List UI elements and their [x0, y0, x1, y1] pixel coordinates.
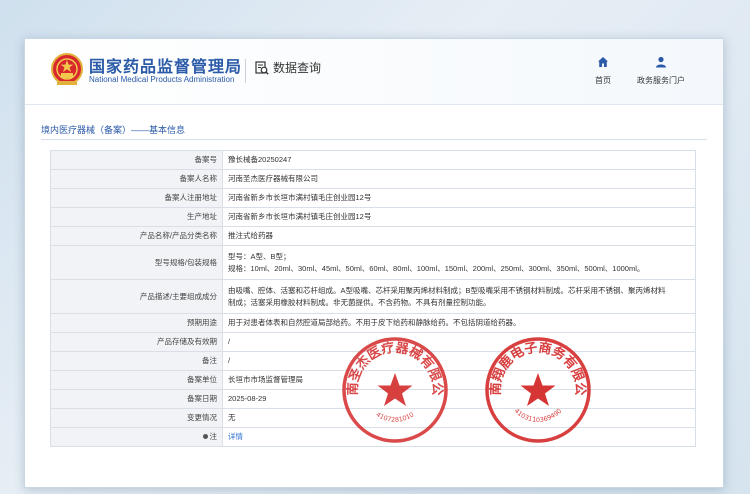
row-value-line: 型号：A型、B型；	[228, 251, 291, 261]
table-row: 预期用途 用于对患者体表和自然腔道局部给药。不用于皮下给药和静脉给药。不包括阴道…	[50, 313, 696, 333]
table-row: 备案人名称 河南圣杰医疗器械有限公司	[50, 169, 696, 189]
row-key: 变更情况	[50, 408, 223, 428]
header-divider	[245, 59, 246, 83]
nav-home-label: 首页	[595, 76, 611, 85]
company-seal-stamp: 河南圣杰医疗器械有限公司 4107281010	[340, 335, 448, 443]
table-row: 型号规格/包装规格 型号：A型、B型； 规格：10ml、20ml、30ml、45…	[50, 245, 696, 280]
table-row: 产品名称/产品分类名称 推注式给药器	[50, 226, 696, 246]
national-emblem-icon	[51, 53, 83, 85]
seal-bottom-text: 4103110369490	[513, 407, 564, 424]
row-key: 产品描述/主要组成成分	[50, 279, 223, 314]
row-value: 河南圣杰医疗器械有限公司	[222, 169, 696, 189]
page-frame: 国家药品监督管理局 National Medical Products Admi…	[24, 38, 724, 488]
svg-text:4107281010: 4107281010	[375, 410, 416, 424]
row-value: 推注式给药器	[222, 226, 696, 246]
data-query-link[interactable]: 数据查询	[255, 59, 321, 76]
nav-home[interactable]: 首页	[573, 55, 633, 86]
row-key: 注	[50, 427, 223, 447]
row-key: 备案人名称	[50, 169, 223, 189]
note-label: 注	[209, 432, 218, 441]
row-value: 2025-08-29	[222, 389, 696, 409]
row-key: 产品存储及有效期	[50, 332, 223, 352]
row-value-line: 规格：10ml、20ml、30ml、45ml、50ml、60ml、80ml、10…	[228, 263, 645, 273]
row-value-line: 制成；活塞采用橡胶材料制成。非无菌提供。不含药物。不具有剂量控制功能。	[228, 297, 491, 307]
table-row: 产品描述/主要组成成分 由吸嘴、腔体、活塞和芯杆组成。A型吸嘴、芯杆采用聚丙烯材…	[50, 279, 696, 314]
row-key: 产品名称/产品分类名称	[50, 226, 223, 246]
row-value: 由吸嘴、腔体、活塞和芯杆组成。A型吸嘴、芯杆采用聚丙烯材料制成；B型吸嘴采用不锈…	[222, 279, 696, 314]
seal-bottom-text: 4107281010	[375, 410, 416, 424]
table-row: 生产地址 河南省新乡市长垣市满村镇毛庄创业园12号	[50, 207, 696, 227]
row-value: /	[222, 351, 696, 371]
svg-text:4103110369490: 4103110369490	[513, 407, 564, 424]
table-row: 备案人注册地址 河南省新乡市长垣市满村镇毛庄创业园12号	[50, 188, 696, 208]
brand-title-en: National Medical Products Administration	[89, 75, 235, 84]
row-value: 河南省新乡市长垣市满村镇毛庄创业园12号	[222, 188, 696, 208]
details-link[interactable]: 详情	[228, 432, 243, 441]
row-key: 备案日期	[50, 389, 223, 409]
section-title: 境内医疗器械（备案）——基本信息	[41, 125, 186, 135]
row-value-line: 由吸嘴、腔体、活塞和芯杆组成。A型吸嘴、芯杆采用聚丙烯材料制成；B型吸嘴采用不锈…	[228, 285, 666, 295]
row-value: 豫长械备20250247	[222, 150, 696, 170]
document-search-icon	[255, 60, 269, 75]
row-value: 型号：A型、B型； 规格：10ml、20ml、30ml、45ml、50ml、60…	[222, 245, 696, 280]
row-value: 详情	[222, 427, 696, 447]
brand-title-cn[interactable]: 国家药品监督管理局	[89, 53, 242, 77]
info-dot-icon	[202, 434, 208, 439]
row-value: 用于对患者体表和自然腔道局部给药。不用于皮下给药和静脉给药。不包括阴道给药器。	[222, 313, 696, 333]
row-key: 生产地址	[50, 207, 223, 227]
nav-service-portal[interactable]: 政务服务门户	[631, 55, 691, 86]
row-key: 备案号	[50, 150, 223, 170]
row-key: 备注	[50, 351, 223, 371]
row-value: /	[222, 332, 696, 352]
row-value: 无	[222, 408, 696, 428]
user-icon	[656, 56, 666, 68]
data-query-label: 数据查询	[273, 61, 322, 75]
row-key: 型号规格/包装规格	[50, 245, 223, 280]
table-row: 备案号 豫长械备20250247	[50, 150, 696, 170]
row-key: 备案单位	[50, 370, 223, 390]
site-header: 国家药品监督管理局 National Medical Products Admi…	[25, 39, 723, 105]
row-key: 备案人注册地址	[50, 188, 223, 208]
company-seal-stamp: 河南翔鹿电子商务有限公司 4103110369490	[483, 335, 591, 443]
row-key: 预期用途	[50, 313, 223, 333]
row-value: 河南省新乡市长垣市满村镇毛庄创业园12号	[222, 207, 696, 227]
home-icon	[598, 57, 608, 67]
nav-service-portal-label: 政务服务门户	[637, 76, 685, 85]
row-value: 长垣市市场监督管理局	[222, 370, 696, 390]
section-divider	[41, 139, 707, 140]
